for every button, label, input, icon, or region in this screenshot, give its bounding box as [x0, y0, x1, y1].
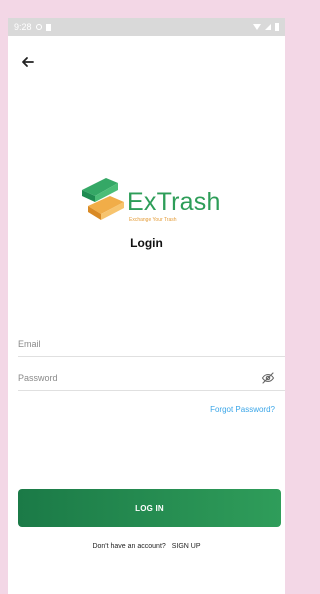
- page: 9:28 ExTrash Exchange Your Trash Login E…: [0, 0, 293, 594]
- arrow-left-icon: [22, 57, 34, 67]
- status-right: [253, 23, 279, 31]
- eye-off-icon[interactable]: [261, 371, 275, 385]
- status-time: 9:28: [14, 22, 32, 32]
- phone-screen: 9:28 ExTrash Exchange Your Trash Login E…: [8, 18, 285, 594]
- extrash-logo-icon: [82, 178, 124, 220]
- brand-tagline: Exchange Your Trash: [129, 217, 177, 223]
- email-placeholder: Email: [18, 338, 41, 349]
- signup-row: Don't have an account? SIGN UP: [8, 543, 285, 550]
- logo: ExTrash Exchange Your Trash: [8, 168, 285, 238]
- signup-link[interactable]: SIGN UP: [172, 543, 201, 550]
- password-field[interactable]: Password: [18, 365, 285, 391]
- signup-prompt: Don't have an account?: [92, 543, 166, 550]
- battery-icon: [275, 23, 279, 31]
- status-left: 9:28: [14, 22, 51, 32]
- brand-name: ExTrash: [127, 188, 221, 216]
- status-dot-icon: [35, 24, 42, 30]
- notification-icon: [45, 23, 51, 31]
- forgot-password-link[interactable]: Forgot Password?: [210, 405, 275, 414]
- wifi-icon: [253, 24, 261, 30]
- password-placeholder: Password: [18, 372, 58, 383]
- status-bar: 9:28: [8, 18, 285, 36]
- page-title: Login: [130, 236, 163, 250]
- signal-icon: [265, 24, 271, 30]
- login-button[interactable]: LOG IN: [18, 489, 281, 527]
- email-field[interactable]: Email: [18, 331, 285, 357]
- back-button[interactable]: [18, 52, 38, 72]
